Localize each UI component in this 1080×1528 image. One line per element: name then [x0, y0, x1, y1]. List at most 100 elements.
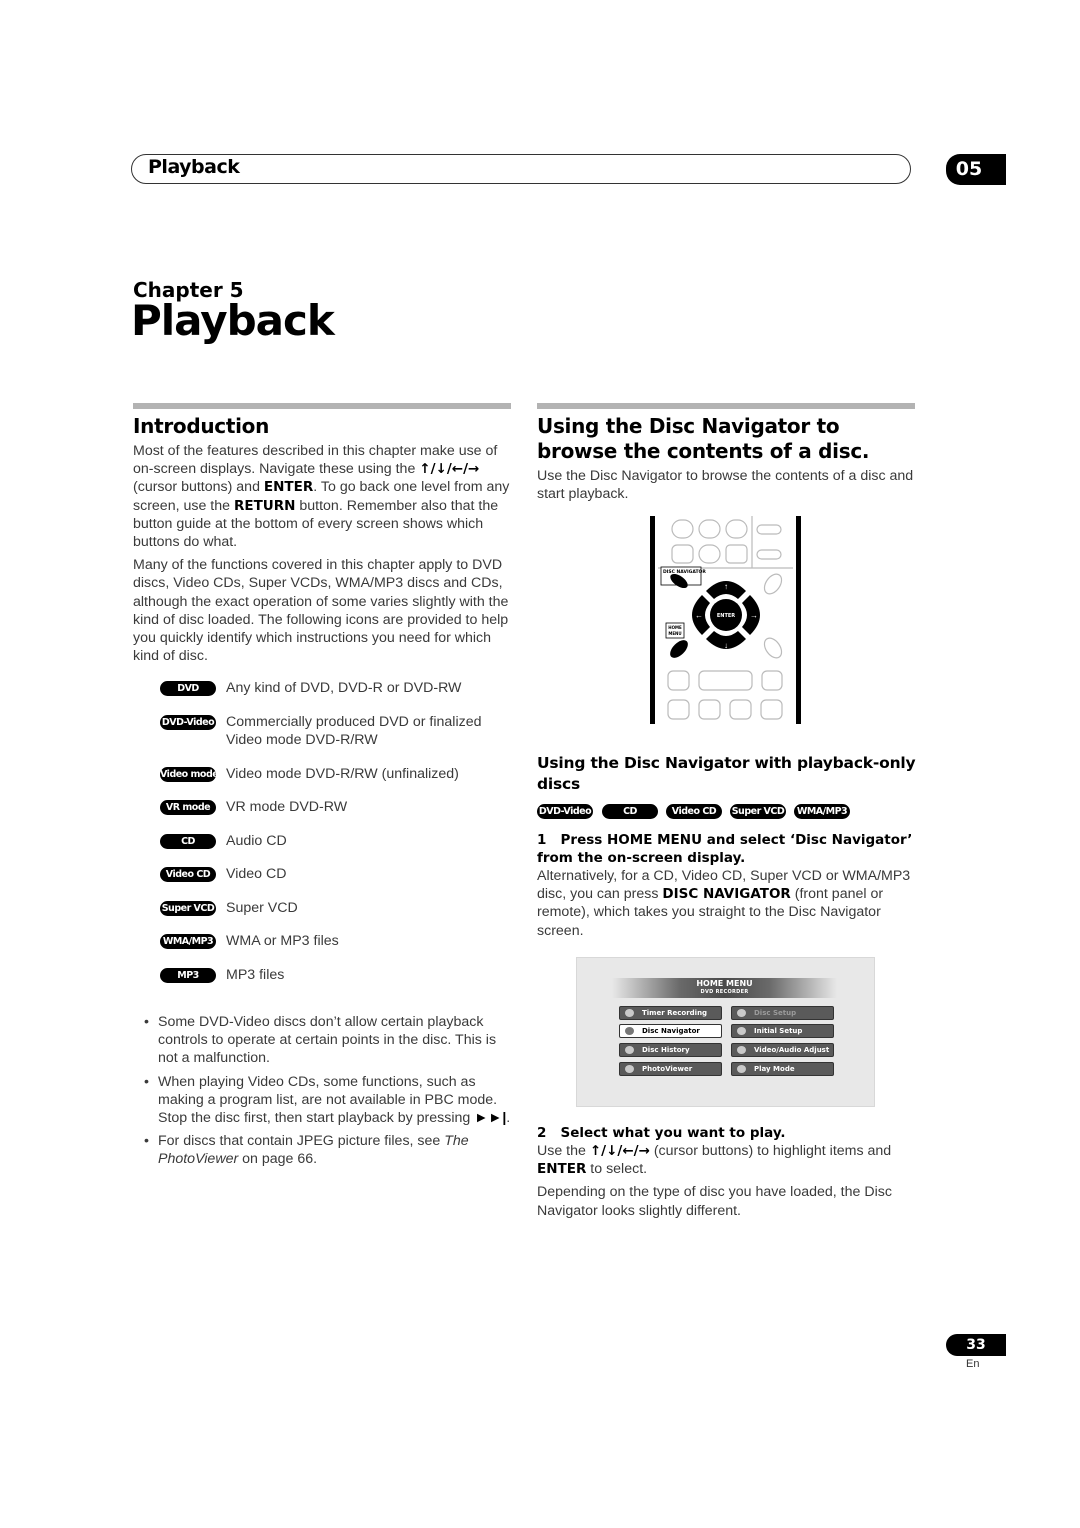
- note-item: • Some DVD-Video discs don’t allow certa…: [144, 1013, 516, 1068]
- svg-text:←: ←: [695, 611, 703, 620]
- bullet-icon: •: [144, 1133, 149, 1150]
- section-header-title: Playback: [148, 156, 240, 178]
- dvd-badge-icon: DVD: [160, 681, 216, 696]
- menu-item-label: Disc Navigator: [642, 1027, 700, 1035]
- step-1-body: Alternatively, for a CD, Video CD, Super…: [537, 867, 922, 940]
- mp3-badge-icon: MP3: [160, 968, 216, 983]
- disc-navigator-heading: Using the Disc Navigator to browse the c…: [537, 414, 870, 463]
- text: Use the: [537, 1143, 590, 1159]
- home-menu-screenshot: HOME MENU DVD RECORDER Timer Recording D…: [576, 957, 875, 1107]
- cursor-arrows-icon: ↑/↓/←/→: [419, 461, 480, 478]
- disc-icon-description: VR mode DVD-RW: [226, 799, 348, 815]
- step-2-paragraph-1: Use the ↑/↓/←/→ (cursor buttons) to high…: [537, 1142, 922, 1178]
- note-text: When playing Video CDs, some functions, …: [158, 1073, 498, 1127]
- next-skip-icon: ►►|: [474, 1110, 507, 1127]
- menu-item-label: Timer Recording: [642, 1009, 708, 1017]
- disc-icon-description: Commercially produced DVD or finalized V…: [226, 714, 482, 749]
- note-text: .: [506, 1110, 511, 1127]
- note-text: For discs that contain JPEG picture file…: [158, 1133, 445, 1150]
- step-2-title: 2 Select what you want to play.: [537, 1124, 922, 1142]
- text: (cursor buttons) to highlight items and: [649, 1143, 892, 1159]
- menu-item-disc-history[interactable]: Disc History: [619, 1043, 722, 1057]
- cursor-dpad-icon: ENTER ↑ ↓ ← →: [692, 581, 760, 650]
- home-menu-label-1: HOME: [668, 625, 682, 630]
- menu-item-photoviewer[interactable]: PhotoViewer: [619, 1062, 722, 1076]
- bullet-icon: •: [144, 1073, 149, 1090]
- home-menu-button-icon: [670, 640, 688, 658]
- menu-item-disc-setup[interactable]: Disc Setup: [731, 1006, 834, 1020]
- super-vcd-badge-icon: Super VCD: [730, 804, 786, 819]
- super-vcd-badge-icon: Super VCD: [160, 901, 216, 916]
- dvd-video-badge-icon: DVD-Video: [160, 715, 216, 730]
- setup-icon: [737, 1027, 746, 1035]
- home-menu-title: HOME MENU: [696, 979, 753, 988]
- wma-mp3-badge-icon: WMA/MP3: [794, 804, 850, 819]
- dvd-video-badge-icon: DVD-Video: [537, 804, 593, 819]
- enter-button-name: ENTER: [263, 479, 314, 496]
- step-title-text: Press HOME MENU and select ‘Disc Navigat…: [537, 832, 913, 866]
- home-menu-banner: HOME MENU DVD RECORDER: [612, 978, 837, 998]
- enter-label: ENTER: [717, 613, 735, 619]
- chapter-title: Playback: [131, 296, 335, 345]
- enter-button-name: ENTER: [537, 1161, 587, 1178]
- svg-text:↑: ↑: [724, 582, 728, 591]
- disc-icon-description: Video mode DVD-R/RW (unfinalized): [226, 766, 459, 782]
- section-rule: [537, 403, 915, 409]
- video-cd-badge-icon: Video CD: [160, 867, 216, 882]
- disc-icon-description: Any kind of DVD, DVD-R or DVD-RW: [226, 680, 462, 696]
- cd-badge-icon: CD: [160, 834, 216, 849]
- remote-edge-left: [650, 516, 655, 724]
- menu-item-label: Disc Setup: [754, 1009, 797, 1017]
- remote-bottom-buttons: [667, 670, 783, 720]
- playback-only-subheading: Using the Disc Navigator with playback-o…: [537, 754, 916, 793]
- page-number: 33: [946, 1334, 1006, 1356]
- language-code: En: [966, 1358, 980, 1370]
- text: (cursor buttons) and: [133, 479, 264, 496]
- video-cd-badge-icon: Video CD: [666, 804, 722, 819]
- svg-text:↓: ↓: [724, 641, 728, 650]
- introduction-body: Most of the features described in this c…: [133, 442, 513, 670]
- disc-icon-description: WMA or MP3 files: [226, 933, 339, 949]
- menu-item-initial-setup[interactable]: Initial Setup: [731, 1024, 834, 1038]
- disc-icon-description: Video CD: [226, 866, 287, 882]
- note-item: • For discs that contain JPEG picture fi…: [144, 1132, 516, 1168]
- step-number: 2: [537, 1125, 547, 1141]
- section-rule: [133, 403, 511, 409]
- remote-control-illustration: DISC NAVIGATOR ENTER ↑ ↓ ← → HOME MENU: [650, 516, 801, 724]
- home-menu-subtitle: DVD RECORDER: [700, 989, 749, 995]
- disc-navigator-label: DISC NAVIGATOR: [663, 569, 706, 575]
- cursor-arrows-icon: ↑/↓/←/→: [589, 1143, 650, 1159]
- remote-edge-right: [796, 516, 801, 724]
- video-mode-badge-icon: Video mode: [160, 767, 216, 782]
- remote-top-buttons: [658, 516, 793, 569]
- introduction-heading: Introduction: [133, 414, 270, 438]
- svg-text:→: →: [750, 611, 758, 620]
- wma-mp3-badge-icon: WMA/MP3: [160, 934, 216, 949]
- menu-item-label: Disc History: [642, 1046, 690, 1054]
- step-2-paragraph-2: Depending on the type of disc you have l…: [537, 1184, 892, 1219]
- menu-item-play-mode[interactable]: Play Mode: [731, 1062, 834, 1076]
- adjust-icon: [737, 1046, 746, 1054]
- disc-icon-description: Audio CD: [226, 833, 287, 849]
- step-1-title: 1 Press HOME MENU and select ‘Disc Navig…: [537, 831, 922, 867]
- menu-item-label: Play Mode: [754, 1065, 795, 1073]
- menu-item-label: Initial Setup: [754, 1027, 803, 1035]
- menu-item-timer-recording[interactable]: Timer Recording: [619, 1006, 722, 1020]
- disc-navigator-button-name: DISC NAVIGATOR: [662, 886, 791, 903]
- menu-item-label: PhotoViewer: [642, 1065, 693, 1073]
- menu-item-video-audio-adjust[interactable]: Video/Audio Adjust: [731, 1043, 834, 1057]
- menu-item-disc-navigator[interactable]: Disc Navigator: [619, 1024, 722, 1038]
- introduction-paragraph-1: Most of the features described in this c…: [133, 442, 513, 551]
- menu-item-label: Video/Audio Adjust: [754, 1046, 830, 1054]
- clock-icon: [625, 1009, 634, 1017]
- vr-mode-badge-icon: VR mode: [160, 800, 216, 815]
- notes-list: • Some DVD-Video discs don’t allow certa…: [144, 1013, 516, 1174]
- photo-icon: [625, 1065, 634, 1073]
- text: to select.: [586, 1161, 648, 1178]
- cd-badge-icon: CD: [602, 804, 658, 819]
- introduction-paragraph-2: Many of the functions covered in this ch…: [133, 557, 509, 665]
- play-mode-icon: [737, 1065, 746, 1073]
- step-2-body: Use the ↑/↓/←/→ (cursor buttons) to high…: [537, 1142, 922, 1225]
- step-title-text: Select what you want to play.: [560, 1125, 786, 1141]
- chapter-number-tab: 05: [946, 154, 1006, 185]
